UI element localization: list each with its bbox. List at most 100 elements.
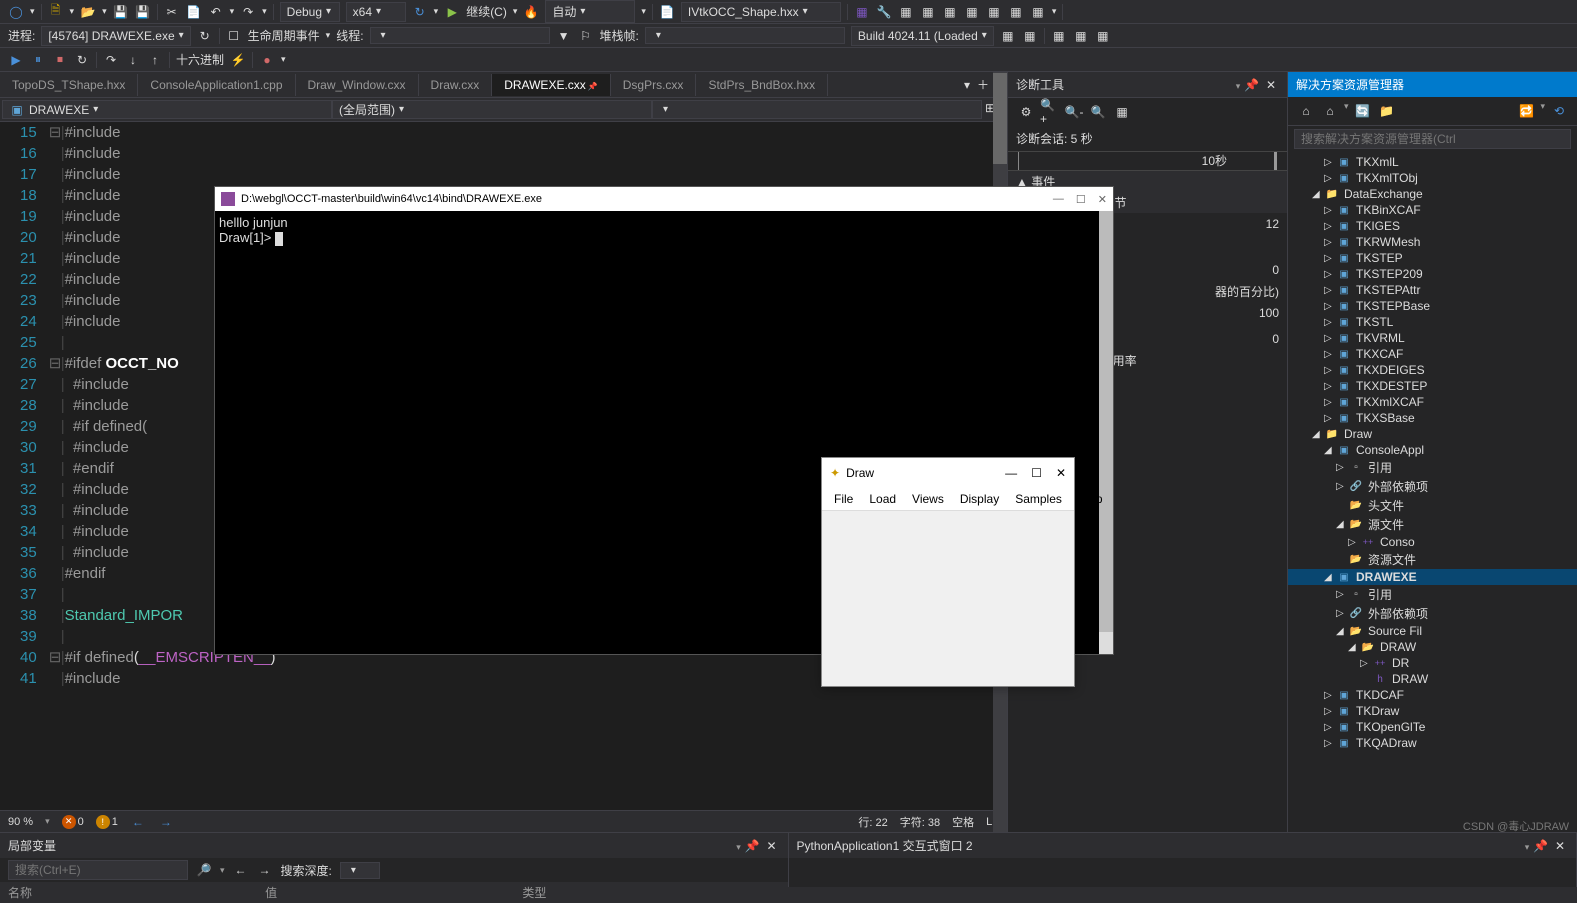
draw-minimize-icon[interactable]: — bbox=[1005, 466, 1017, 480]
console-body[interactable]: helllo junjun Draw[1]> bbox=[215, 211, 1113, 250]
zoom-label[interactable]: 90 % bbox=[8, 816, 33, 828]
editor-tab[interactable]: TopoDS_TShape.hxx bbox=[0, 74, 138, 96]
ext-icon-1[interactable]: ▦ bbox=[854, 4, 870, 20]
refresh-icon[interactable]: ↻ bbox=[197, 28, 213, 44]
diag-settings-icon[interactable]: ⚙ bbox=[1016, 102, 1036, 122]
panel-pin-icon[interactable]: 📌 bbox=[1244, 77, 1260, 93]
tree-item[interactable]: ◢▣DRAWEXE bbox=[1288, 569, 1577, 585]
scope-scope-dropdown[interactable]: (全局范围) bbox=[332, 100, 652, 119]
tb2-icon-2[interactable]: ▦ bbox=[1022, 28, 1038, 44]
ext-icon-5[interactable]: ▦ bbox=[942, 4, 958, 20]
col-value[interactable]: 值 bbox=[265, 884, 522, 901]
tb2-icon-5[interactable]: ▦ bbox=[1095, 28, 1111, 44]
tree-item[interactable]: 📂资源文件 bbox=[1288, 550, 1577, 569]
thread-dropdown[interactable] bbox=[370, 27, 550, 44]
tree-item[interactable]: ◢▣ConsoleAppl bbox=[1288, 442, 1577, 458]
nav-prev-icon[interactable]: ← bbox=[130, 814, 146, 830]
locals-dropdown-icon[interactable]: ▾ bbox=[736, 842, 741, 852]
search-icon[interactable]: 🔎 bbox=[196, 862, 212, 878]
tree-item[interactable]: 📂头文件 bbox=[1288, 496, 1577, 515]
tree-item[interactable]: hDRAW bbox=[1288, 671, 1577, 687]
draw-menu-item[interactable]: Help bbox=[1070, 490, 1111, 508]
tree-item[interactable]: ◢📂DRAW bbox=[1288, 639, 1577, 655]
tree-item[interactable]: ▷▣TKSTL bbox=[1288, 314, 1577, 330]
py-dropdown-icon[interactable]: ▾ bbox=[1525, 842, 1530, 852]
col-name[interactable]: 名称 bbox=[8, 884, 265, 901]
draw-maximize-icon[interactable]: ☐ bbox=[1031, 466, 1042, 480]
scope-project-dropdown[interactable]: ▣ DRAWEXE bbox=[2, 100, 332, 119]
tree-item[interactable]: ▷▣TKSTEP bbox=[1288, 250, 1577, 266]
draw-titlebar[interactable]: ✦ Draw — ☐ ✕ bbox=[822, 458, 1074, 488]
search-next-icon[interactable]: → bbox=[257, 862, 273, 878]
build-dropdown[interactable]: Build 4024.11 (Loaded bbox=[851, 26, 994, 46]
console-minimize-icon[interactable]: — bbox=[1053, 193, 1064, 206]
search-prev-icon[interactable]: ← bbox=[233, 862, 249, 878]
tree-item[interactable]: ▷▣TKXmlTObj bbox=[1288, 170, 1577, 186]
panel-close-icon[interactable]: ✕ bbox=[1263, 77, 1279, 93]
locals-search-input[interactable] bbox=[8, 860, 188, 880]
sol-collapse-icon[interactable]: ⟲ bbox=[1549, 101, 1569, 121]
open-icon[interactable]: 📂 bbox=[80, 4, 96, 20]
tabs-dropdown-icon[interactable]: ▾ bbox=[959, 77, 975, 93]
new-icon[interactable]: 🗎 bbox=[48, 4, 64, 20]
tree-item[interactable]: ▷▣TKQADraw bbox=[1288, 735, 1577, 751]
tb2-icon-1[interactable]: ▦ bbox=[1000, 28, 1016, 44]
tree-item[interactable]: ▷▣TKXmlL bbox=[1288, 154, 1577, 170]
tb2-icon-4[interactable]: ▦ bbox=[1073, 28, 1089, 44]
diag-reset-icon[interactable]: 🔍 bbox=[1088, 102, 1108, 122]
console-titlebar[interactable]: D:\webgl\OCCT-master\build\win64\vc14\bi… bbox=[215, 187, 1113, 211]
restart2-icon[interactable]: ↻ bbox=[74, 52, 90, 68]
sol-sync-icon[interactable]: 🔄 bbox=[1353, 101, 1373, 121]
tree-item[interactable]: ◢📂源文件 bbox=[1288, 515, 1577, 534]
tb2-icon-3[interactable]: ▦ bbox=[1051, 28, 1067, 44]
tree-item[interactable]: ▷▣TKDCAF bbox=[1288, 687, 1577, 703]
draw-menu-item[interactable]: File bbox=[826, 490, 861, 508]
tree-item[interactable]: ▷▣TKSTEPBase bbox=[1288, 298, 1577, 314]
tree-item[interactable]: ◢📁DataExchange bbox=[1288, 186, 1577, 202]
scope-member-dropdown[interactable] bbox=[652, 100, 982, 119]
diag-zoom-out-icon[interactable]: 🔍- bbox=[1064, 102, 1084, 122]
editor-tab[interactable]: StdPrs_BndBox.hxx bbox=[696, 74, 828, 96]
editor-tab[interactable]: ConsoleApplication1.cpp bbox=[138, 74, 295, 96]
draw-menu-item[interactable]: Views bbox=[904, 490, 952, 508]
restart-icon[interactable]: ↻ bbox=[412, 4, 428, 20]
filter-icon[interactable]: ▼ bbox=[556, 28, 572, 44]
tree-item[interactable]: ▷▣TKXmlXCAF bbox=[1288, 394, 1577, 410]
tree-item[interactable]: ▷▣TKRWMesh bbox=[1288, 234, 1577, 250]
ext-icon-7[interactable]: ▦ bbox=[986, 4, 1002, 20]
tree-item[interactable]: ▷▣TKOpenGlTe bbox=[1288, 719, 1577, 735]
console-close-icon[interactable]: ✕ bbox=[1098, 193, 1107, 206]
current-file-dropdown[interactable]: IVtkOCC_Shape.hxx bbox=[681, 2, 841, 22]
tree-item[interactable]: ▷▫引用 bbox=[1288, 585, 1577, 604]
tree-item[interactable]: ▷▣TKDraw bbox=[1288, 703, 1577, 719]
cut-icon[interactable]: ✂ bbox=[164, 4, 180, 20]
py-pin-icon[interactable]: 📌 bbox=[1533, 838, 1549, 854]
error-count[interactable]: ✕0 bbox=[62, 815, 84, 829]
draw-menu-item[interactable]: Display bbox=[952, 490, 1007, 508]
tree-item[interactable]: ▷▣TKXDEIGES bbox=[1288, 362, 1577, 378]
continue-icon[interactable]: ▶ bbox=[444, 4, 460, 20]
search-depth-dropdown[interactable] bbox=[340, 862, 380, 879]
tree-item[interactable]: ▷▣TKXDESTEP bbox=[1288, 378, 1577, 394]
tree-item[interactable]: ▷▣TKXCAF bbox=[1288, 346, 1577, 362]
solution-search-input[interactable] bbox=[1294, 129, 1571, 149]
tree-item[interactable]: ▷++DR bbox=[1288, 655, 1577, 671]
ext-icon-9[interactable]: ▦ bbox=[1030, 4, 1046, 20]
copy-icon[interactable]: 📄 bbox=[186, 4, 202, 20]
draw-close-icon[interactable]: ✕ bbox=[1056, 466, 1066, 480]
tree-item[interactable]: ◢📂Source Fil bbox=[1288, 623, 1577, 639]
flag-icon[interactable]: ⚐ bbox=[578, 28, 594, 44]
draw-menu-item[interactable]: Samples bbox=[1007, 490, 1070, 508]
sol-showall-icon[interactable]: 📁 bbox=[1377, 101, 1397, 121]
console-scrollbar[interactable] bbox=[1099, 211, 1113, 654]
nav-back-icon[interactable]: ◯ bbox=[8, 4, 24, 20]
editor-tab[interactable]: DRAWEXE.cxx bbox=[492, 74, 611, 96]
tabs-add-icon[interactable]: ＋ bbox=[975, 77, 991, 93]
ext-icon-4[interactable]: ▦ bbox=[920, 4, 936, 20]
tree-item[interactable]: ▷▣TKXSBase bbox=[1288, 410, 1577, 426]
breakpoint-icon[interactable]: ● bbox=[259, 52, 275, 68]
undo-icon[interactable]: ↶ bbox=[208, 4, 224, 20]
ext-icon-8[interactable]: ▦ bbox=[1008, 4, 1024, 20]
tree-item[interactable]: ▷🔗外部依赖项 bbox=[1288, 477, 1577, 496]
config-dropdown[interactable]: Debug bbox=[280, 2, 340, 22]
